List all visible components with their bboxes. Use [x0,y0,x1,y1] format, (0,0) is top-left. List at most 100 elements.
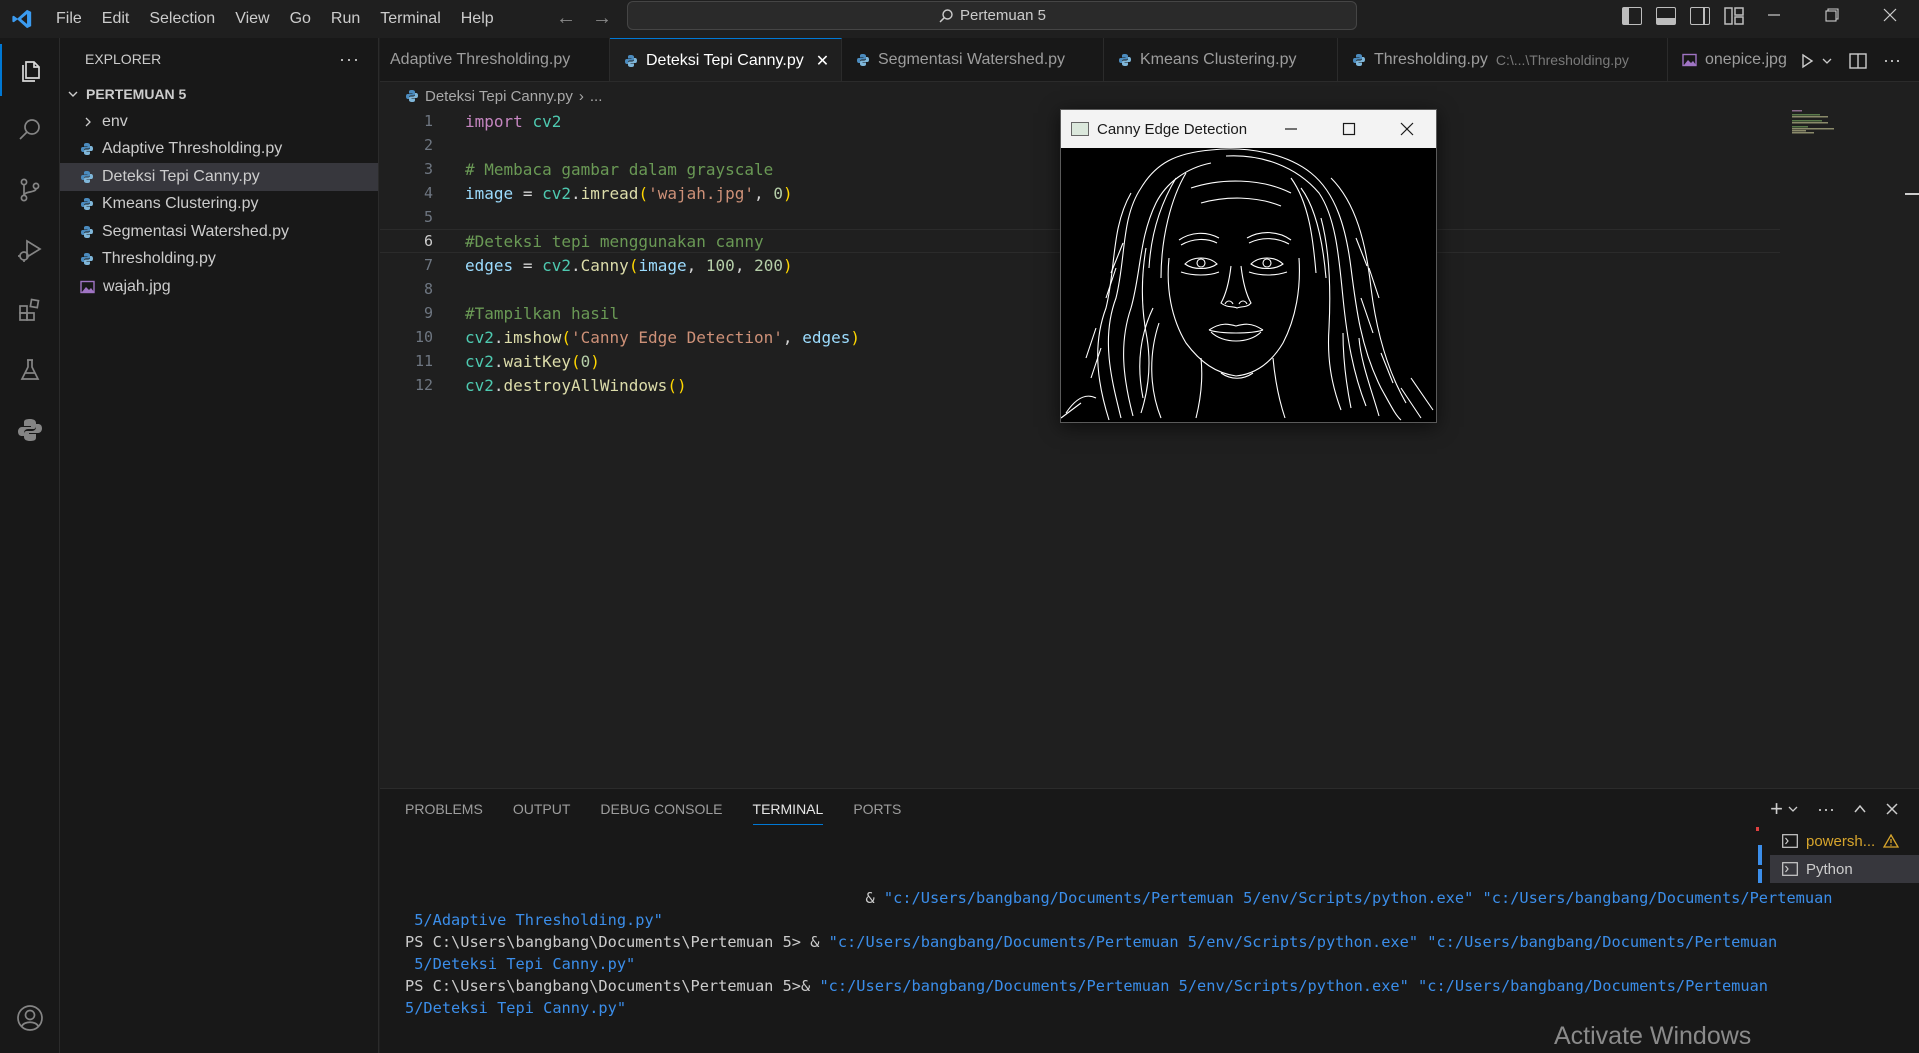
tab-output[interactable]: OUTPUT [513,799,571,825]
source-control-icon[interactable] [0,164,60,216]
command-center-search[interactable]: Pertemuan 5 [627,1,1357,30]
line-number: 2 [423,136,433,154]
menu-selection[interactable]: Selection [139,4,225,34]
terminal-item-label: Python [1806,860,1853,878]
python-file-icon [80,225,94,239]
breadcrumb-file[interactable]: Deteksi Tepi Canny.py [425,88,573,105]
back-arrow-icon[interactable]: ← [555,5,577,31]
panel-tabs: PROBLEMS OUTPUT DEBUG CONSOLE TERMINAL P… [405,799,901,825]
tab-adaptive-thresholding[interactable]: Adaptive Thresholding.py [380,38,610,81]
search-icon[interactable] [0,104,60,156]
split-editor-icon[interactable] [1849,52,1867,69]
menu-file[interactable]: File [46,4,92,34]
tab-debug-console[interactable]: DEBUG CONSOLE [600,799,722,825]
close-icon[interactable] [1861,0,1919,30]
breadcrumb-symbol[interactable]: ... [590,88,603,105]
tab-label: Deteksi Tepi Canny.py [646,51,804,69]
testing-flask-icon[interactable] [0,344,60,396]
close-icon[interactable] [1378,110,1436,148]
chevron-down-icon[interactable] [1787,803,1799,815]
menu-edit[interactable]: Edit [92,4,140,34]
chevron-down-icon [68,91,78,97]
minimap[interactable] [1790,108,1850,148]
tree-item-adaptive-thresholding[interactable]: Adaptive Thresholding.py [60,136,378,164]
line-number: 7 [423,256,433,274]
edge-image [1061,148,1436,422]
sidebar-header: EXPLORER ··· [60,38,378,80]
maximize-icon[interactable] [1320,110,1378,148]
tab-close-icon[interactable]: ✕ [816,51,829,71]
terminal-output[interactable]: & "c:/Users/bangbang/Documents/Pertemuan… [405,889,1919,1021]
line-number: 3 [423,160,433,178]
tab-kmeans-clustering[interactable]: Kmeans Clustering.py [1104,38,1338,81]
tree-item-segmentasi-watershed[interactable]: Segmentasi Watershed.py [60,218,378,246]
menu-run[interactable]: Run [321,4,370,34]
toggle-primary-sidebar-icon[interactable] [1622,7,1642,25]
python-icon[interactable] [0,404,60,456]
tab-label: Segmentasi Watershed.py [878,51,1066,68]
activate-windows-watermark: Activate Windows [1554,1022,1752,1050]
tree-item-env[interactable]: env [60,108,378,136]
tree-item-deteksi-tepi-canny[interactable]: Deteksi Tepi Canny.py [60,163,378,191]
toggle-panel-icon[interactable] [1656,7,1676,25]
python-file-icon [80,252,94,266]
menu-help[interactable]: Help [451,4,504,34]
menu-terminal[interactable]: Terminal [370,4,450,34]
more-actions-icon[interactable]: ··· [1883,50,1901,71]
canny-edge-detection-window[interactable]: Canny Edge Detection [1060,109,1437,423]
window-title: Canny Edge Detection [1097,120,1248,138]
scrollbar-marker[interactable] [1905,193,1919,195]
chevron-down-icon[interactable] [1821,55,1833,67]
tab-problems[interactable]: PROBLEMS [405,799,483,825]
tab-terminal[interactable]: TERMINAL [752,799,824,825]
terminal-prompt [405,955,414,973]
new-terminal-icon[interactable]: + [1770,796,1783,822]
more-actions-icon[interactable]: ··· [339,49,360,70]
maximize-panel-icon[interactable] [1853,802,1867,816]
minimize-icon[interactable] [1262,110,1320,148]
line-number: 6 [423,232,433,250]
terminal-command: "c:/Users/bangbang/Documents/Pertemuan 5… [883,889,1833,907]
terminal-line: 5/Deteksi Tepi Canny.py" [405,955,1919,977]
code-text: import cv2 [465,111,562,131]
tab-onepice-jpg[interactable]: onepice.jpg [1668,38,1808,81]
tab-label: Adaptive Thresholding.py [390,51,571,68]
customize-layout-icon[interactable] [1724,7,1744,25]
menu-go[interactable]: Go [280,4,321,34]
menu-view[interactable]: View [225,4,279,34]
workspace-folder-label: PERTEMUAN 5 [86,86,187,102]
menu-bar: File Edit Selection View Go Run Terminal… [46,4,504,34]
tab-thresholding[interactable]: Thresholding.py C:\...\Thresholding.py [1338,38,1668,81]
tree-item-label: Deteksi Tepi Canny.py [102,167,260,185]
tree-item-kmeans-clustering[interactable]: Kmeans Clustering.py [60,191,378,219]
minimize-icon[interactable] [1745,0,1803,30]
command-marker [1758,845,1762,865]
run-debug-icon[interactable] [0,224,60,276]
chevron-right-icon: › [578,87,584,105]
forward-arrow-icon[interactable]: → [591,5,613,31]
tab-deteksi-tepi-canny[interactable]: Deteksi Tepi Canny.py ✕ [610,38,842,81]
editor-tabs: Adaptive Thresholding.py Deteksi Tepi Ca… [380,38,1919,82]
run-play-icon[interactable] [1799,53,1815,69]
explorer-icon[interactable] [0,44,60,96]
workspace-folder[interactable]: PERTEMUAN 5 [60,80,378,108]
account-icon[interactable] [0,992,60,1044]
tree-item-label: Kmeans Clustering.py [102,195,259,213]
search-icon [939,8,953,23]
code-text: image = cv2.imread('wajah.jpg', 0) [465,183,793,203]
window-title-bar[interactable]: Canny Edge Detection [1061,110,1436,148]
more-actions-icon[interactable]: ··· [1817,799,1835,820]
tab-label: Kmeans Clustering.py [1140,51,1297,68]
extensions-icon[interactable] [0,284,60,336]
close-panel-icon[interactable] [1885,802,1899,816]
navigation-arrows: ← → [555,5,613,31]
restore-icon[interactable] [1803,0,1861,30]
title-bar: File Edit Selection View Go Run Terminal… [0,0,1919,38]
tree-item-wajah-jpg[interactable]: wajah.jpg [60,273,378,301]
terminal-item-python[interactable]: Python [1770,855,1919,883]
tab-ports[interactable]: PORTS [853,799,901,825]
toggle-secondary-sidebar-icon[interactable] [1690,7,1710,25]
tab-segmentasi-watershed[interactable]: Segmentasi Watershed.py [842,38,1104,81]
terminal-item-powershell[interactable]: powersh... [1770,827,1919,855]
tree-item-thresholding[interactable]: Thresholding.py [60,246,378,274]
